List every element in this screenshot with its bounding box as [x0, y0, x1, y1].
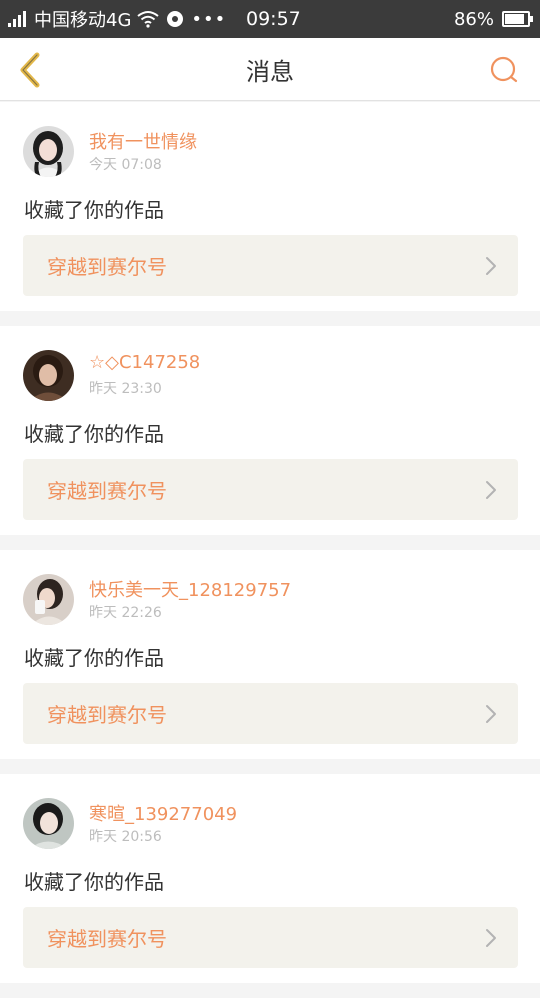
avatar[interactable]	[23, 798, 74, 849]
page-title: 消息	[246, 58, 294, 86]
search-button[interactable]	[484, 50, 524, 90]
timestamp: 昨天 22:26	[89, 605, 162, 621]
work-link-label: 穿越到赛尔号	[47, 255, 167, 279]
message-item: 我有一世情缘 今天 07:08 收藏了你的作品 穿越到赛尔号	[0, 102, 540, 311]
work-link[interactable]: 穿越到赛尔号	[23, 459, 518, 520]
status-right: 86%	[453, 0, 533, 38]
action-text: 收藏了你的作品	[24, 870, 164, 894]
work-link[interactable]: 穿越到赛尔号	[23, 907, 518, 968]
username[interactable]: ☆◇C147258	[89, 352, 200, 373]
carrier-label: 中国移动4G	[34, 10, 132, 31]
status-left: 中国移动4G •••	[8, 0, 226, 38]
message-item: 快乐美一天_128129757 昨天 22:26 收藏了你的作品 穿越到赛尔号	[0, 550, 540, 759]
timestamp: 昨天 20:56	[89, 829, 162, 845]
chevron-right-icon	[486, 257, 496, 275]
message-item: ☆◇C147258 昨天 23:30 收藏了你的作品 穿越到赛尔号	[0, 326, 540, 535]
username[interactable]: 寒暄_139277049	[89, 800, 237, 826]
header: 消息	[0, 38, 540, 101]
chevron-right-icon	[486, 481, 496, 499]
battery-icon	[502, 11, 533, 27]
work-link[interactable]: 穿越到赛尔号	[23, 235, 518, 296]
battery-percent: 86%	[453, 8, 494, 30]
message-item: 寒暄_139277049 昨天 20:56 收藏了你的作品 穿越到赛尔号	[0, 774, 540, 983]
work-link-label: 穿越到赛尔号	[47, 703, 167, 727]
timestamp: 昨天 23:30	[89, 381, 162, 397]
more-notifications-icon: •••	[191, 8, 227, 30]
action-text: 收藏了你的作品	[24, 422, 164, 446]
chevron-right-icon	[486, 705, 496, 723]
avatar[interactable]	[23, 126, 74, 177]
timestamp: 今天 07:08	[89, 157, 162, 173]
signal-icon	[8, 11, 26, 27]
message-list: 我有一世情缘 今天 07:08 收藏了你的作品 穿越到赛尔号 ☆◇C147258…	[0, 102, 540, 998]
work-link-label: 穿越到赛尔号	[47, 927, 167, 951]
clock: 09:57	[246, 8, 301, 30]
wifi-icon	[137, 11, 160, 28]
chevron-right-icon	[486, 929, 496, 947]
battery-level	[505, 14, 524, 24]
username[interactable]: 我有一世情缘	[89, 128, 197, 154]
username[interactable]: 快乐美一天_128129757	[89, 576, 291, 602]
avatar[interactable]	[23, 350, 74, 401]
action-text: 收藏了你的作品	[24, 198, 164, 222]
avatar[interactable]	[23, 574, 74, 625]
back-button[interactable]	[10, 48, 50, 92]
action-text: 收藏了你的作品	[24, 646, 164, 670]
search-icon	[490, 56, 518, 83]
work-link-label: 穿越到赛尔号	[47, 479, 167, 503]
notification-icon	[167, 11, 184, 27]
status-bar: 中国移动4G ••• 09:57 86%	[0, 0, 540, 38]
work-link[interactable]: 穿越到赛尔号	[23, 683, 518, 744]
chevron-left-icon	[20, 52, 40, 88]
